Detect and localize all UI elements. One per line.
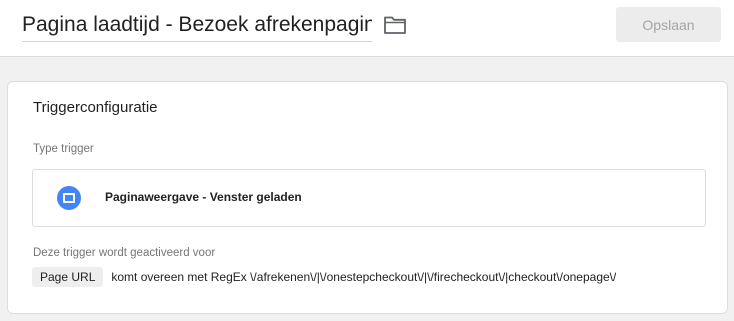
trigger-type-label: Type trigger [33,143,94,155]
condition-text: komt overeen met RegEx \/afrekenen\/|\/o… [111,270,617,284]
trigger-condition: Page URL komt overeen met RegEx \/afreke… [32,266,712,288]
trigger-name-input[interactable]: Pagina laadtijd - Bezoek afrekenpagina [22,10,372,42]
trigger-type-selector[interactable]: Paginaweergave - Venster geladen [32,169,706,227]
save-button[interactable]: Opslaan [616,7,721,42]
trigger-configuration-card: Triggerconfiguratie Type trigger Paginaw… [7,81,728,314]
card-title: Triggerconfiguratie [33,99,158,116]
variable-chip: Page URL [32,267,104,287]
folder-icon[interactable] [383,15,407,35]
activation-label: Deze trigger wordt geactiveerd voor [33,247,216,259]
trigger-type-name: Paginaweergave - Venster geladen [105,190,302,204]
top-bar: Pagina laadtijd - Bezoek afrekenpagina O… [0,0,734,57]
page-window-icon [57,186,81,210]
